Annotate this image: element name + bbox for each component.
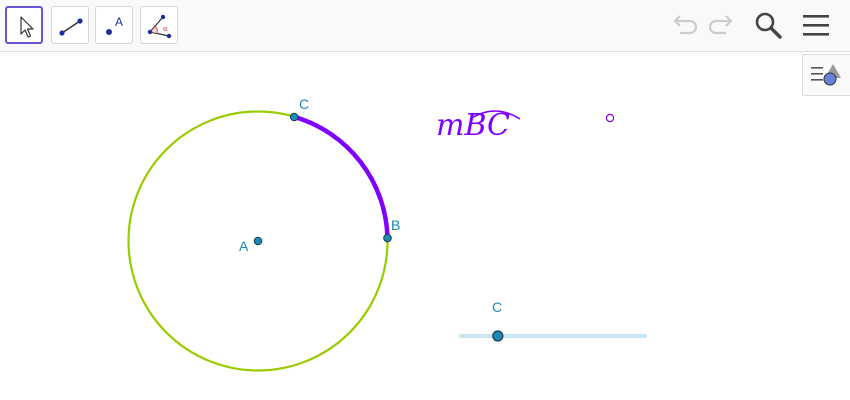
point-c[interactable] (289, 112, 299, 122)
redo-icon (708, 15, 733, 35)
point-b[interactable] (383, 233, 392, 243)
point-tool-button[interactable]: A (95, 6, 133, 44)
point-b-label: B (391, 217, 401, 233)
arc-bc[interactable] (293, 114, 390, 239)
redo-button[interactable] (704, 8, 738, 42)
undo-button[interactable] (668, 8, 702, 42)
main-menu-button[interactable] (799, 8, 833, 42)
point-icon: A (106, 15, 123, 35)
angle-icon: α (147, 14, 172, 39)
slider-label: C (492, 299, 503, 315)
angle-tool-glyph: α (163, 25, 168, 33)
point-c-label: C (299, 96, 310, 112)
geogebra-app: A α A B C C mBC (0, 0, 850, 400)
segment-tool-button[interactable] (51, 6, 89, 44)
slider-knob[interactable] (492, 330, 504, 342)
menu-icon (803, 15, 829, 36)
text-anchor-point[interactable] (605, 113, 615, 123)
point-a[interactable] (253, 236, 263, 246)
search-icon (755, 12, 782, 39)
graphics-view[interactable]: A B C C mBC (0, 53, 850, 400)
angle-tool-button[interactable]: α (140, 6, 178, 44)
search-button[interactable] (751, 8, 785, 42)
move-tool-button[interactable] (5, 6, 43, 44)
arc-hat-icon (469, 110, 521, 120)
graphics-svg (127, 110, 647, 372)
toolbar: A α (0, 0, 850, 52)
point-tool-glyph: A (115, 15, 123, 29)
arc-measure-prefix: m (436, 108, 465, 143)
undo-icon (673, 15, 698, 35)
point-a-label: A (239, 238, 249, 254)
arc-measure-text[interactable]: mBC (436, 108, 521, 143)
segment-icon (59, 18, 83, 36)
cursor-arrow-icon (20, 16, 34, 38)
